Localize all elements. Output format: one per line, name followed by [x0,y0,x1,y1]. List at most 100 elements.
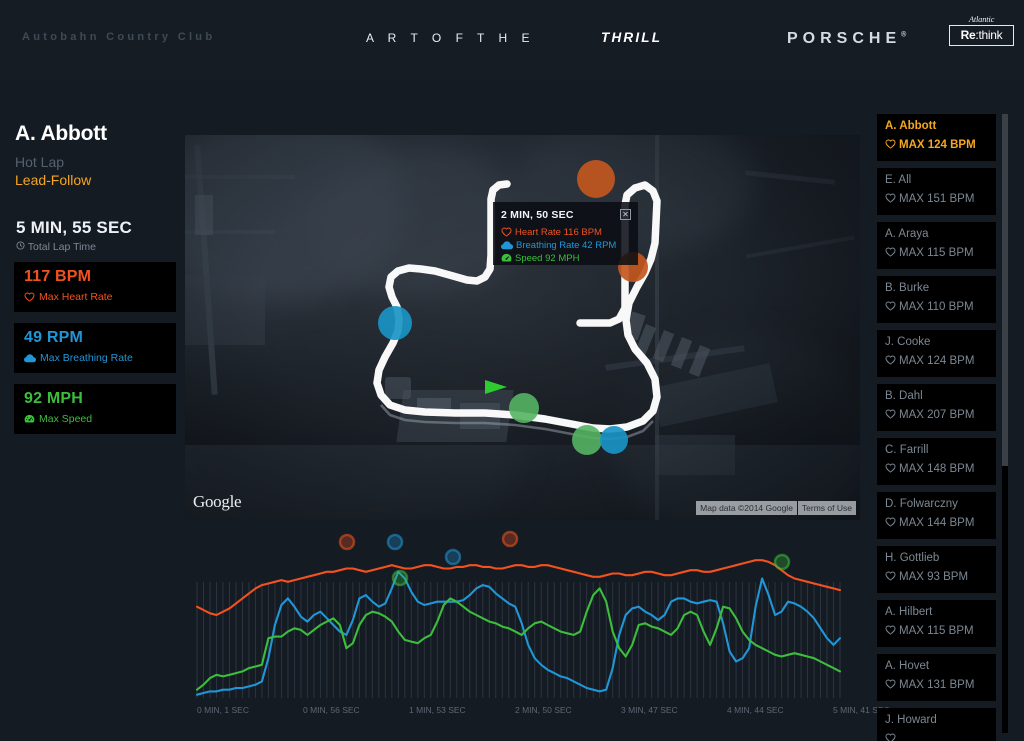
driver-item-max-bpm: MAX 148 BPM [885,463,974,476]
driver-list-item[interactable]: C. Farrill MAX 148 BPM [877,438,996,485]
driver-list-panel[interactable]: A. Abbott MAX 124 BPM E. All MAX 151 BPM A. … [860,100,1024,741]
driver-item-max-bpm-text: MAX 207 BPM [899,409,975,421]
map-marker-speed-2[interactable] [572,425,602,455]
heart-icon [885,193,896,206]
heart-icon [885,139,896,152]
driver-list-item[interactable]: A. Hovet MAX 131 BPM [877,654,996,701]
chart-marker[interactable] [444,548,462,566]
chart-marker[interactable] [501,530,519,548]
lungs-icon [501,241,513,253]
max-speed-label: Max Speed [24,413,92,427]
chart-canvas [195,530,842,698]
driver-item-max-bpm [885,733,899,741]
app-header: Autobahn Country Club A R T O F T H E TH… [0,0,1024,80]
tooltip-speed: Speed 92 MPH [501,253,579,266]
stat-max-heart-rate: 117 BPM Max Heart Rate [14,262,176,312]
chart-line-speed [195,587,842,691]
google-watermark: Google [193,492,242,511]
driver-item-name: H. Gottlieb [885,552,940,564]
lungs-icon [24,354,36,366]
scrollbar-track[interactable] [1002,114,1008,733]
chart-x-tick-label: 2 MIN, 50 SEC [515,705,572,715]
scrollbar-thumb[interactable] [1002,114,1008,466]
driver-item-max-bpm: MAX 115 BPM [885,625,974,638]
speedometer-icon [501,253,512,266]
driver-list-item[interactable]: A. Araya MAX 115 BPM [877,222,996,269]
chart-markers[interactable] [338,530,791,587]
chart-marker[interactable] [338,533,356,551]
total-lap-time-text: Total Lap Time [27,241,97,253]
driver-list-item[interactable]: B. Dahl MAX 207 BPM [877,384,996,431]
track-map[interactable]: Google Map data ©2014 Google Terms of Us… [185,135,860,520]
lap-type-lead-follow[interactable]: Lead-Follow [15,172,91,188]
heart-icon [885,355,896,368]
driver-item-max-bpm-text: MAX 115 BPM [899,247,974,259]
chart-x-tick-label: 0 MIN, 56 SEC [303,705,360,715]
chart-x-tick-label: 0 MIN, 1 SEC [197,705,249,715]
chart-x-tick-label: 4 MIN, 44 SEC [727,705,784,715]
map-data-credit: Map data ©2014 Google [696,501,797,515]
tooltip-heart-rate: Heart Rate 116 BPM [501,227,602,240]
driver-list-item[interactable]: B. Burke MAX 110 BPM [877,276,996,323]
map-attribution: Map data ©2014 Google Terms of Use [696,501,856,515]
driver-item-max-bpm: MAX 124 BPM [885,355,974,368]
driver-list-item[interactable]: H. Gottlieb MAX 93 BPM [877,546,996,593]
driver-item-max-bpm: MAX 115 BPM [885,247,974,260]
max-heart-rate-label: Max Heart Rate [24,291,113,305]
driver-item-max-bpm-text: MAX 93 BPM [899,571,969,583]
max-speed-text: Max Speed [39,413,93,425]
chart-marker[interactable] [386,533,404,551]
lap-type-hot-lap[interactable]: Hot Lap [15,154,64,170]
tooltip-speed-text: Speed 92 MPH [515,253,580,264]
driver-list-item[interactable]: A. Abbott MAX 124 BPM [877,114,996,161]
close-icon[interactable]: ✕ [620,209,631,220]
driver-item-max-bpm-text: MAX 148 BPM [899,463,975,475]
map-marker-speed-1[interactable] [509,393,539,423]
direction-arrow-icon [485,380,507,394]
max-heart-rate-text: Max Heart Rate [39,291,113,303]
driver-item-max-bpm: MAX 110 BPM [885,301,974,314]
heart-icon [501,227,512,240]
driver-list-item[interactable]: J. Howard [877,708,996,741]
heart-icon [24,292,35,305]
driver-item-name: J. Cooke [885,336,931,348]
map-marker-breathing-rate-2[interactable] [600,426,628,454]
stat-max-breathing-rate: 49 RPM Max Breathing Rate [14,323,176,373]
driver-item-max-bpm: MAX 124 BPM [885,139,976,152]
speedometer-icon [24,414,35,427]
telemetry-chart[interactable]: 0 MIN, 1 SEC 0 MIN, 56 SEC 1 MIN, 53 SEC 2 … [185,520,890,741]
driver-list-item[interactable]: J. Cooke MAX 124 BPM [877,330,996,377]
driver-list-item[interactable]: A. Hilbert MAX 115 BPM [877,600,996,647]
driver-item-max-bpm-text: MAX 115 BPM [899,625,974,637]
trademark-symbol: ® [901,31,907,39]
chart-marker[interactable] [391,569,409,587]
terms-of-use-link[interactable]: Terms of Use [797,501,856,515]
clock-icon [16,241,28,253]
map-tooltip: 2 MIN, 50 SEC Heart Rate 116 BPM Breathi… [493,202,638,265]
max-heart-rate-value: 117 BPM [24,268,92,285]
title-prefix: A R T O F T H E [366,31,535,45]
chart-gridlines [196,582,841,698]
club-name: Autobahn Country Club [22,31,216,43]
driver-item-max-bpm: MAX 144 BPM [885,517,974,530]
rethink-bold: Re [960,28,976,42]
map-marker-heart-rate-1[interactable] [577,160,615,198]
driver-item-max-bpm-text: MAX 124 BPM [899,355,975,367]
heart-icon [885,625,896,638]
driver-item-max-bpm-text: MAX 131 BPM [899,679,975,691]
chart-marker[interactable] [773,553,791,571]
driver-list-item[interactable]: E. All MAX 151 BPM [877,168,996,215]
rethink-rest: :think [975,28,1003,42]
map-marker-breathing-rate-1[interactable] [378,306,412,340]
driver-list-item[interactable]: D. Folwarczny MAX 144 BPM [877,492,996,539]
chart-x-tick-label: 1 MIN, 53 SEC [409,705,466,715]
tooltip-heart-rate-text: Heart Rate 116 BPM [515,227,602,238]
porsche-logo: PORSCHE® [787,30,906,48]
track-outline [373,180,661,441]
driver-item-name: D. Folwarczny [885,498,958,510]
heart-icon [885,571,896,584]
max-speed-value: 92 MPH [24,390,83,407]
tooltip-timestamp: 2 MIN, 50 SEC [501,209,574,221]
driver-item-max-bpm-text: MAX 110 BPM [899,301,974,313]
total-lap-time-label: Total Lap Time [16,241,96,253]
